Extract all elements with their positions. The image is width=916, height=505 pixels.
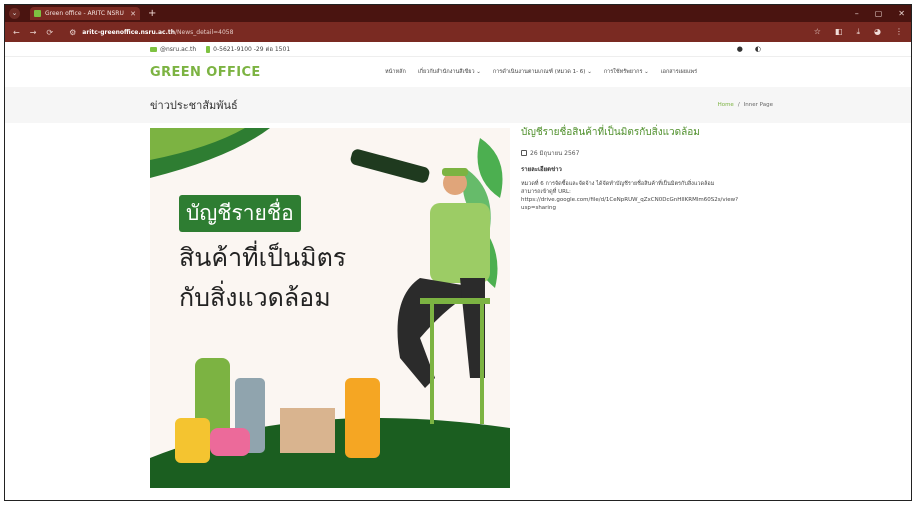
reload-icon[interactable]: ⟳ (46, 28, 53, 37)
breadcrumb: Home / Inner Page (718, 102, 773, 108)
news-detail: บัญชีรายชื่อสินค้าที่เป็นมิตรกับสิ่งแวดล… (521, 125, 801, 212)
tab-bar: ⌄ Green office - ARITC NSRU ✕ + – ▢ ✕ (5, 5, 911, 22)
hero-line-2: สินค้าที่เป็นมิตร (179, 243, 347, 272)
new-tab-icon[interactable]: + (148, 8, 156, 19)
menu-item-home[interactable]: หน้าหลัก (385, 68, 406, 76)
favicon-icon (34, 10, 41, 17)
profile-icon[interactable]: ◕ (874, 27, 881, 37)
minimize-icon[interactable]: – (855, 9, 859, 18)
breadcrumb-separator: / (737, 102, 740, 108)
menu-item-resources[interactable]: การใช้ทรัพยากร ⌄ (604, 68, 649, 76)
post-body: หมวดที่ 6 การจัดซื้อและจัดจ้าง ได้จัดทำบ… (521, 180, 801, 212)
hero-line-3: กับสิ่งแวดล้อม (179, 283, 331, 312)
post-date: 26 มิถุนายน 2567 (530, 150, 580, 157)
phone-text: 0-5621-9100 -29 ต่อ 1501 (213, 46, 291, 53)
site-logo[interactable]: GREEN OFFICE (150, 65, 385, 80)
hero-line-1: บัญชีรายชื่อ (179, 195, 301, 232)
extensions-icon[interactable]: ◧ (835, 27, 843, 37)
post-link[interactable]: usp=sharing (521, 204, 801, 212)
main-menu: หน้าหลัก เกี่ยวกับสำนักงานสีเขียว ⌄ การด… (385, 68, 697, 76)
browser-tab[interactable]: Green office - ARITC NSRU ✕ (30, 7, 140, 20)
page-title: ข่าวประชาสัมพันธ์ (150, 99, 238, 112)
contact-topbar: @nsru.ac.th 0-5621-9100 -29 ต่อ 1501 ● ◐ (5, 42, 911, 57)
calendar-icon (521, 150, 527, 156)
email-text[interactable]: @nsru.ac.th (160, 46, 196, 53)
site-info-icon[interactable]: ⚙ (69, 28, 76, 37)
bookmark-star-icon[interactable]: ☆ (814, 27, 821, 37)
phone-icon (206, 45, 211, 53)
url-path: /News_detail=4058 (175, 28, 234, 36)
post-subheading: รายละเอียดข่าว (521, 166, 562, 173)
menu-item-criteria[interactable]: การดำเนินงานตามเกณฑ์ (หมวด 1- 6) ⌄ (493, 68, 592, 76)
post-body-line: หมวดที่ 6 การจัดซื้อและจัดจ้าง ได้จัดทำบ… (521, 181, 715, 187)
news-hero-image: บัญชีรายชื่อ สินค้าที่เป็นมิตร กับสิ่งแว… (150, 128, 510, 488)
post-body-line: สามารถเข้าดูที่ URL: (521, 189, 571, 195)
post-title: บัญชีรายชื่อสินค้าที่เป็นมิตรกับสิ่งแวดล… (521, 127, 700, 138)
download-icon[interactable]: ⤓ (856, 27, 860, 37)
mail-icon (150, 46, 157, 52)
breadcrumb-current: Inner Page (743, 102, 773, 108)
post-link[interactable]: https://drive.google.com/file/d/1CeNpRUW… (521, 196, 801, 204)
url-input[interactable]: ⚙ aritc-greenoffice.nsru.ac.th /News_det… (63, 26, 814, 39)
main-content: บัญชีรายชื่อ สินค้าที่เป็นมิตร กับสิ่งแว… (5, 123, 911, 488)
menu-item-about[interactable]: เกี่ยวกับสำนักงานสีเขียว ⌄ (418, 68, 481, 76)
facebook-icon[interactable]: ● (737, 45, 743, 53)
maximize-icon[interactable]: ▢ (875, 9, 883, 18)
tab-search-icon[interactable]: ⌄ (9, 8, 20, 19)
post-date-row: 26 มิถุนายน 2567 (521, 148, 801, 158)
back-icon[interactable]: ← (13, 28, 20, 37)
menu-dots-icon[interactable]: ⋮ (895, 27, 903, 37)
breadcrumb-home[interactable]: Home (718, 102, 734, 108)
language-icon[interactable]: ◐ (755, 45, 761, 53)
tab-title: Green office - ARITC NSRU (45, 10, 124, 17)
close-tab-icon[interactable]: ✕ (130, 10, 136, 18)
menu-item-documents[interactable]: เอกสารเผยแพร่ (661, 68, 697, 76)
page-header: ข่าวประชาสัมพันธ์ Home / Inner Page (5, 87, 911, 123)
site-header: GREEN OFFICE หน้าหลัก เกี่ยวกับสำนักงานส… (5, 57, 911, 87)
close-window-icon[interactable]: ✕ (898, 9, 905, 18)
address-bar: ← → ⟳ ⚙ aritc-greenoffice.nsru.ac.th /Ne… (5, 22, 911, 42)
forward-icon[interactable]: → (30, 28, 37, 37)
url-host: aritc-greenoffice.nsru.ac.th (82, 28, 176, 36)
browser-window: ⌄ Green office - ARITC NSRU ✕ + – ▢ ✕ ← … (4, 4, 912, 501)
